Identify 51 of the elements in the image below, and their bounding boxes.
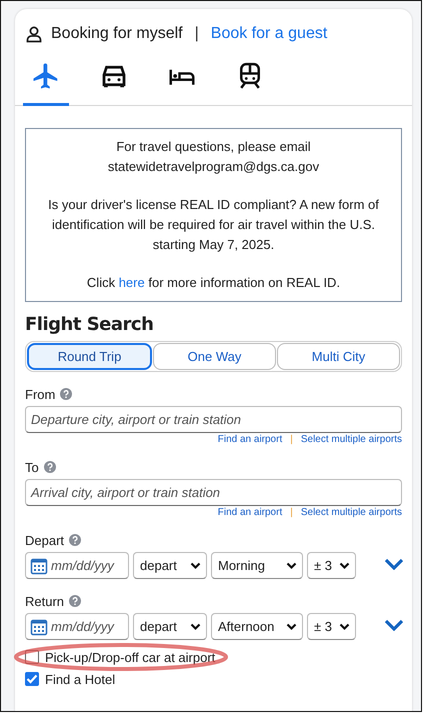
trip-type-tab[interactable]: Round Trip	[27, 343, 152, 370]
location-field[interactable]: Arrival city, airport or train station	[25, 479, 402, 506]
calendar-icon	[30, 556, 48, 574]
field-label: From	[25, 386, 56, 402]
chevron-down-icon	[384, 618, 404, 630]
notice-text: Click here for more information on REAL ID.	[86, 274, 342, 292]
date-field[interactable]: mm/dd/yyy	[25, 552, 129, 579]
calendar-icon	[30, 618, 48, 636]
location-field[interactable]: Departure city, airport or train station	[25, 406, 402, 433]
chevron-down-icon	[384, 558, 404, 570]
here-link[interactable]: here	[118, 275, 145, 290]
airport-link[interactable]: Select multiple airports	[300, 507, 402, 518]
notice-text: For travel questions, please email statewidetravelprogram@dgs.ca.gov	[106, 138, 320, 176]
field-label: To	[25, 460, 39, 474]
section-title: Flight Search	[25, 314, 154, 335]
option-label: Find a Hotel	[45, 672, 116, 686]
person-icon	[25, 25, 43, 43]
checkbox[interactable]	[25, 672, 39, 686]
airport-link[interactable]: Select multiple airports	[300, 434, 402, 445]
checkbox[interactable]	[25, 650, 39, 664]
dropdown[interactable]: depart	[133, 552, 207, 579]
dropdown[interactable]: ± 3	[307, 613, 356, 640]
caret-icon	[286, 562, 297, 570]
field-label: Return	[25, 594, 64, 608]
trip-type-tab[interactable]: Multi City	[277, 343, 400, 370]
separator: |	[290, 434, 293, 445]
notice-text: Is your driver's license REAL ID compliant? A new form of identification will be required for air travel within the U.S. starting May 7, 2025.	[47, 196, 380, 254]
dropdown[interactable]: depart	[133, 613, 207, 640]
check-icon	[26, 674, 38, 684]
caret-icon	[339, 562, 350, 570]
airport-link[interactable]: Find an airport	[218, 434, 282, 445]
guest-link[interactable]: Book for a guest	[210, 25, 328, 43]
booking-label: Booking for myself	[51, 25, 183, 43]
date-field[interactable]: mm/dd/yyy	[25, 613, 129, 640]
option-label: Pick-up/Drop-off car at airport	[45, 650, 216, 664]
caret-icon	[286, 622, 297, 630]
separator: |	[290, 507, 293, 518]
help-icon	[44, 461, 56, 473]
help-icon	[69, 534, 82, 546]
help-icon	[60, 388, 72, 400]
help-icon	[69, 595, 82, 607]
trip-type-tab[interactable]: One Way	[153, 343, 276, 370]
separator: |	[194, 25, 199, 43]
caret-icon	[190, 562, 201, 570]
caret-icon	[190, 622, 201, 630]
dropdown[interactable]: ± 3	[307, 552, 356, 579]
caret-icon	[339, 622, 350, 630]
field-label: Depart	[25, 532, 64, 548]
dropdown[interactable]: Morning	[211, 552, 303, 579]
airport-link[interactable]: Find an airport	[218, 507, 282, 518]
dropdown[interactable]: Afternoon	[211, 613, 303, 640]
